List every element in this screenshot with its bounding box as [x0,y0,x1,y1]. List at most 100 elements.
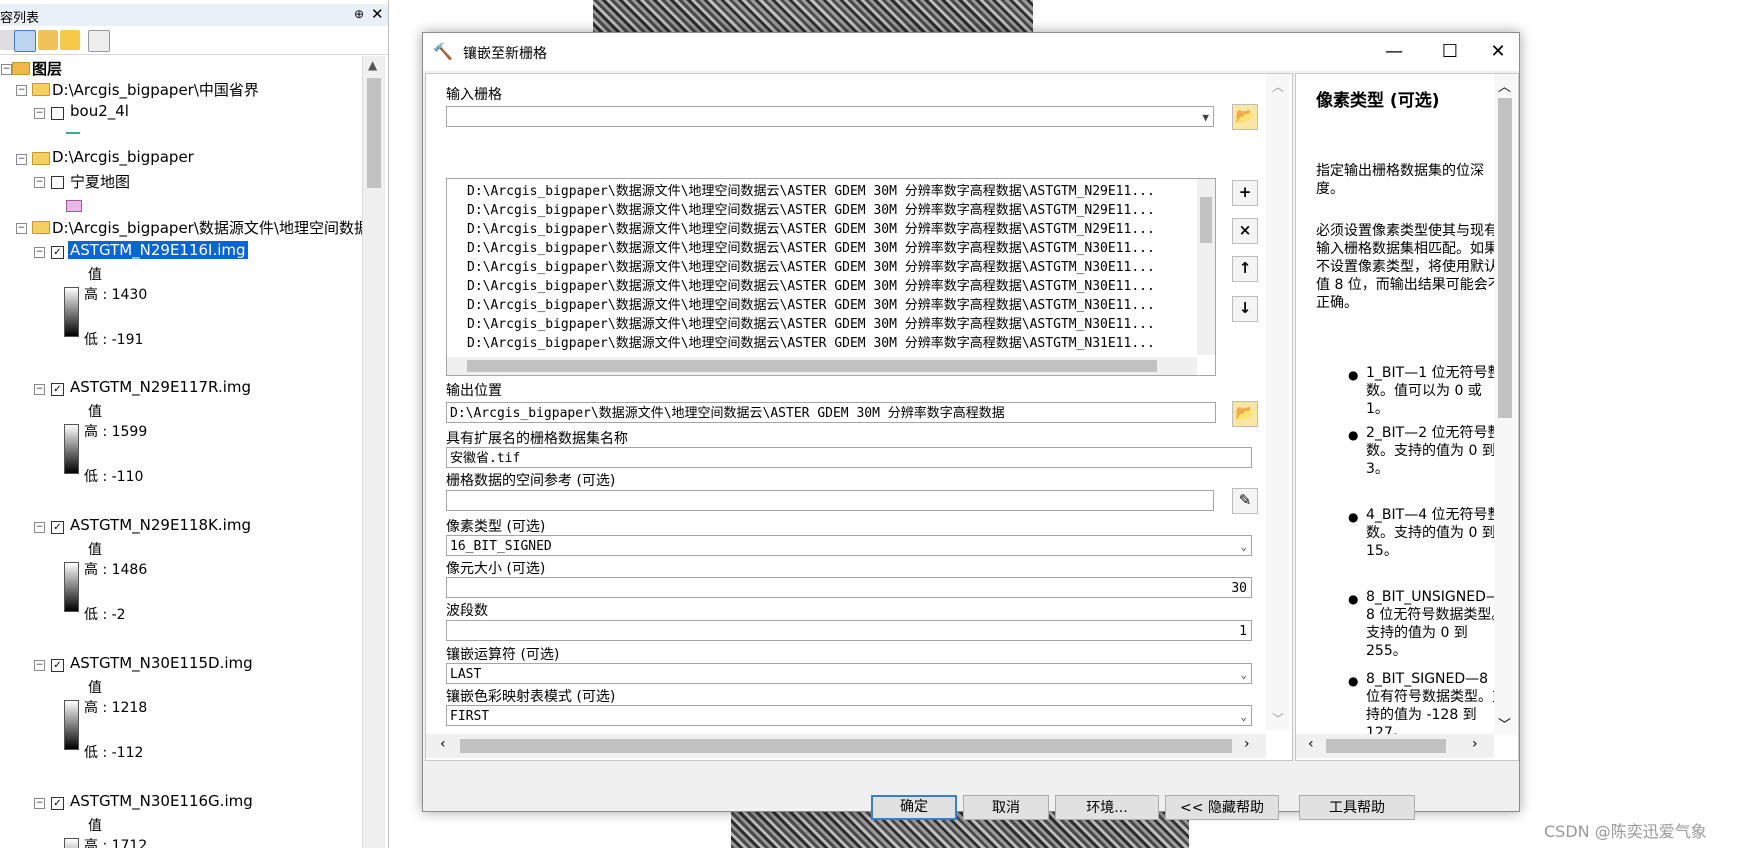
scroll-down-icon[interactable]: ﹀ [1498,714,1511,733]
scroll-up-icon[interactable]: ︿ [1498,76,1511,95]
toc-tree: − 图层 − D:\Arcgis_bigpaper\中国省界 − bou2_4l… [0,56,362,848]
scrollbar-thumb[interactable] [367,78,381,188]
collapse-icon[interactable]: − [34,108,45,119]
layer-label[interactable]: 宁夏地图 [70,171,130,192]
layer-label[interactable]: ASTGTM_N30E115D.img [70,654,253,672]
dataset-name-field[interactable]: 安徽省.tif [446,447,1252,468]
layer-checkbox[interactable] [51,176,64,189]
pixel-type-select[interactable]: 16_BIT_SIGNED ⌄ [446,535,1252,556]
layer-label[interactable]: ASTGTM_N29E117R.img [70,378,251,396]
mosaic-operator-select[interactable]: LAST ⌄ [446,663,1252,684]
colormap-mode-select[interactable]: FIRST ⌄ [446,705,1252,726]
layer-checkbox[interactable]: ✓ [51,383,64,396]
cancel-button[interactable]: 取消 [963,795,1049,820]
scrollbar-thumb[interactable] [460,739,1232,753]
list-vertical-scrollbar[interactable] [1197,179,1215,355]
collapse-icon[interactable]: − [34,247,45,258]
collapse-icon[interactable]: − [1,64,12,75]
options-icon[interactable] [88,30,110,52]
toc-scrollbar[interactable]: ▲ [362,56,385,848]
maximize-button[interactable]: ☐ [1427,37,1473,67]
input-rasters-list[interactable]: D:\Arcgis_bigpaper\数据源文件\地理空间数据云\ASTER G… [446,178,1216,376]
open-folder-icon[interactable]: 📂 [1232,104,1258,130]
collapse-icon[interactable]: − [34,798,45,809]
environments-button[interactable]: 环境... [1055,795,1159,820]
add-icon[interactable]: + [1232,180,1258,206]
scroll-right-icon[interactable]: › [1472,736,1478,752]
list-horizontal-scrollbar[interactable] [447,357,1197,375]
close-icon[interactable]: ✕ [371,5,384,23]
scroll-left-icon[interactable]: ‹ [1308,736,1314,752]
group-label[interactable]: D:\Arcgis_bigpaper\数据源文件\地理空间数据 [52,217,362,238]
group-label[interactable]: D:\Arcgis_bigpaper [52,148,194,166]
scroll-up-icon[interactable]: ▲ [368,58,377,72]
list-item[interactable]: D:\Arcgis_bigpaper\数据源文件\地理空间数据云\ASTER G… [467,332,1155,351]
scrollbar-thumb[interactable] [1200,197,1212,243]
list-item[interactable]: D:\Arcgis_bigpaper\数据源文件\地理空间数据云\ASTER G… [467,199,1155,218]
input-rasters-combobox[interactable]: ▼ [446,106,1214,127]
layer-label[interactable]: bou2_4l [70,102,129,120]
scroll-down-icon[interactable]: ﹀ [1272,710,1284,727]
dropdown-arrow-icon[interactable]: ▼ [1202,107,1209,126]
ok-button[interactable]: 确定 [871,795,957,820]
tool-help-button[interactable]: 工具帮助 [1299,795,1415,820]
layer-checkbox[interactable] [51,107,64,120]
legend-low: 低 : -110 [84,469,144,485]
spatial-reference-properties-icon[interactable]: ✎ [1232,488,1258,514]
chevron-down-icon[interactable]: ⌄ [1240,536,1247,555]
layer-checkbox[interactable]: ✓ [51,246,64,259]
help-panel: 像素类型 (可选) 指定输出栅格数据集的位深度。 必须设置像素类型使其与现有输入… [1295,73,1519,761]
pin-icon[interactable]: ⊕ [354,7,364,21]
layer-label-selected[interactable]: ASTGTM_N29E116I.img [68,241,248,259]
scroll-up-icon[interactable]: ︿ [1272,78,1284,95]
remove-icon[interactable]: × [1232,218,1258,244]
collapse-icon[interactable]: − [34,177,45,188]
layers-root-label[interactable]: 图层 [32,58,62,79]
layer-checkbox[interactable]: ✓ [51,797,64,810]
scrollbar-thumb[interactable] [1326,739,1446,753]
help-vertical-scrollbar[interactable]: ︿ ﹀ [1494,74,1516,734]
layer-label[interactable]: ASTGTM_N29E118K.img [70,516,251,534]
layer-checkbox[interactable]: ✓ [51,521,64,534]
help-horizontal-scrollbar[interactable]: ‹ › [1296,734,1494,758]
form-vertical-scrollbar[interactable]: ︿ ﹀ [1266,74,1290,730]
open-folder-icon[interactable]: 📂 [1232,401,1258,427]
collapse-icon[interactable]: − [16,85,27,96]
list-by-visibility-icon[interactable] [38,30,58,50]
spatial-reference-field[interactable] [446,490,1214,511]
scroll-right-icon[interactable]: › [1244,736,1250,752]
collapse-icon[interactable]: − [16,154,27,165]
list-item[interactable]: D:\Arcgis_bigpaper\数据源文件\地理空间数据云\ASTER G… [467,218,1155,237]
list-item[interactable]: D:\Arcgis_bigpaper\数据源文件\地理空间数据云\ASTER G… [467,256,1155,275]
scroll-left-icon[interactable]: ‹ [440,736,446,752]
collapse-icon[interactable]: − [34,522,45,533]
chevron-down-icon[interactable]: ⌄ [1240,664,1247,683]
list-by-source-icon[interactable] [14,30,36,52]
minimize-button[interactable]: — [1371,37,1417,67]
scrollbar-thumb[interactable] [1498,98,1512,418]
output-location-field[interactable]: D:\Arcgis_bigpaper\数据源文件\地理空间数据云\ASTER G… [446,402,1216,423]
move-down-icon[interactable]: ↓ [1232,296,1258,322]
cellsize-field[interactable]: 30 [446,577,1252,598]
list-item[interactable]: D:\Arcgis_bigpaper\数据源文件\地理空间数据云\ASTER G… [467,313,1155,332]
collapse-icon[interactable]: − [34,384,45,395]
list-by-selection-icon[interactable] [60,30,80,50]
hide-help-button[interactable]: << 隐藏帮助 [1165,795,1279,820]
group-label[interactable]: D:\Arcgis_bigpaper\中国省界 [52,79,259,100]
collapse-icon[interactable]: − [16,223,27,234]
layer-checkbox[interactable]: ✓ [51,659,64,672]
close-button[interactable]: ✕ [1475,37,1521,67]
folder-icon [32,152,50,165]
list-item[interactable]: D:\Arcgis_bigpaper\数据源文件\地理空间数据云\ASTER G… [467,180,1155,199]
list-item[interactable]: D:\Arcgis_bigpaper\数据源文件\地理空间数据云\ASTER G… [467,237,1155,256]
scrollbar-thumb[interactable] [467,360,1157,372]
collapse-icon[interactable]: − [34,660,45,671]
list-item[interactable]: D:\Arcgis_bigpaper\数据源文件\地理空间数据云\ASTER G… [467,275,1155,294]
watermark: CSDN @陈奕迅爱气象 [1544,822,1707,841]
list-item[interactable]: D:\Arcgis_bigpaper\数据源文件\地理空间数据云\ASTER G… [467,294,1155,313]
form-horizontal-scrollbar[interactable]: ‹ › [426,734,1266,758]
bands-field[interactable]: 1 [446,620,1252,641]
layer-label[interactable]: ASTGTM_N30E116G.img [70,792,253,810]
chevron-down-icon[interactable]: ⌄ [1240,706,1247,725]
move-up-icon[interactable]: ↑ [1232,256,1258,282]
